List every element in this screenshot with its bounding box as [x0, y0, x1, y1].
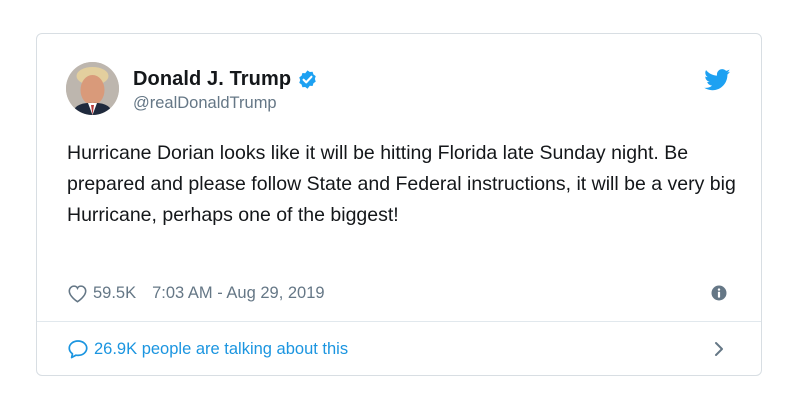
like-count[interactable]: 59.5K: [93, 284, 136, 303]
info-icon[interactable]: [711, 285, 727, 301]
heart-icon[interactable]: [67, 284, 88, 303]
tweet-timestamp[interactable]: 7:03 AM - Aug 29, 2019: [152, 284, 324, 303]
divider: [37, 321, 761, 322]
conversation-link-label: 26.9K people are talking about this: [94, 339, 349, 358]
avatar[interactable]: [66, 62, 119, 115]
tweet-header: Donald J. Trump @realDonaldTrump: [66, 62, 733, 118]
reply-bubble-icon: [68, 340, 88, 359]
tweet-card[interactable]: Donald J. Trump @realDonaldTrump Hurrica…: [36, 33, 762, 376]
avatar-photo-icon: [66, 62, 119, 115]
chevron-right-icon: [715, 342, 723, 356]
author-handle[interactable]: @realDonaldTrump: [133, 94, 318, 113]
twitter-bird-icon[interactable]: [704, 69, 731, 91]
tweet-text: Hurricane Dorian looks like it will be h…: [67, 142, 736, 226]
conversation-link[interactable]: 26.9K people are talking about this: [67, 336, 731, 362]
author-names: Donald J. Trump @realDonaldTrump: [133, 65, 318, 113]
author-display-name[interactable]: Donald J. Trump: [133, 68, 291, 91]
tweet-meta: 59.5K 7:03 AM - Aug 29, 2019: [67, 281, 731, 305]
verified-badge-icon: [299, 69, 316, 89]
